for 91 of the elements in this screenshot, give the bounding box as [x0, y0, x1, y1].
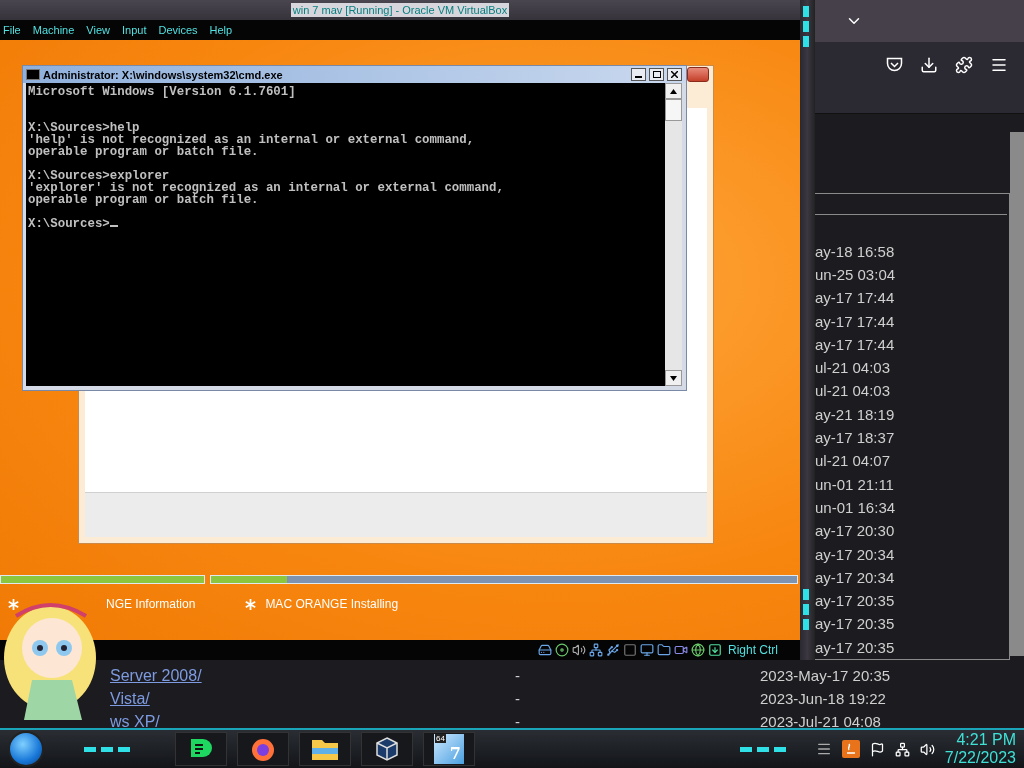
download-icon[interactable]	[920, 56, 938, 74]
volume-icon[interactable]	[919, 741, 935, 757]
chat-app-button[interactable]	[175, 732, 227, 766]
date-text: ay-17 20:35	[815, 637, 896, 658]
up-arrow-icon[interactable]	[670, 88, 677, 94]
console-icon	[26, 69, 40, 80]
video-icon[interactable]	[674, 643, 688, 657]
date-text: ay-17 20:34	[815, 567, 896, 588]
date-text: ay-17 20:34	[815, 544, 896, 565]
file-explorer-button[interactable]	[299, 732, 351, 766]
date-text: ay-18 16:58	[815, 241, 896, 262]
date-text: 2023-May-17 20:35	[760, 666, 892, 686]
bit-badge: 64	[435, 734, 446, 743]
folder-link[interactable]: ws XP/	[110, 712, 160, 731]
scrollbar[interactable]	[665, 83, 682, 386]
date-text: 2023-Jul-21 04:08	[760, 712, 882, 732]
globe-icon[interactable]	[691, 643, 705, 657]
cube-icon	[373, 735, 401, 763]
cube-app-button[interactable]	[361, 732, 413, 766]
maximize-button[interactable]	[649, 68, 664, 81]
close-button[interactable]	[667, 68, 682, 81]
date-text: un-25 03:04	[815, 264, 897, 285]
console-line: 'explorer' is not recognized as an internal or external command,	[28, 182, 505, 194]
console-title: Administrator: X:\windows\system32\cmd.exe	[43, 68, 284, 81]
menu-item[interactable]: View	[85, 24, 115, 36]
maximize-icon	[652, 71, 661, 78]
clock-time[interactable]: 4:21 PM	[956, 731, 1016, 749]
menu-item[interactable]: Help	[208, 24, 238, 36]
date-text: un-01 21:11	[815, 474, 895, 495]
size-text: -	[515, 667, 520, 685]
network-icon[interactable]	[589, 643, 603, 657]
console-line: operable program or batch file.	[28, 146, 260, 158]
close-icon	[671, 71, 678, 78]
console-line: X:\Sources>	[28, 218, 663, 230]
date-text: ul-21 04:03	[815, 381, 892, 402]
disc-icon[interactable]	[555, 643, 569, 657]
folder-icon[interactable]	[657, 643, 671, 657]
folder-link[interactable]: Server 2008/	[110, 666, 202, 685]
date-text: ul-21 04:07	[815, 451, 892, 472]
version-digit: 7	[449, 744, 461, 763]
window-title: win 7 mav [Running] - Oracle VM VirtualBox	[290, 3, 510, 17]
date-text: un-01 16:34	[815, 497, 897, 518]
network-icon[interactable]	[894, 741, 910, 757]
date-text: ay-17 17:44	[815, 334, 896, 355]
hard-drive-icon[interactable]	[538, 643, 552, 657]
scroll-thumb[interactable]	[665, 99, 682, 121]
usb-icon[interactable]	[606, 643, 620, 657]
led-strip-icon	[739, 746, 786, 752]
date-text: ay-17 17:44	[815, 288, 896, 309]
java-icon[interactable]	[841, 740, 860, 758]
date-text: 2023-Jun-18 19:22	[760, 689, 887, 709]
folder-link[interactable]: Vista/	[110, 689, 150, 708]
menu-item[interactable]: Devices	[157, 24, 203, 36]
start-button[interactable]	[8, 731, 44, 767]
pocket-icon[interactable]	[886, 57, 903, 73]
windows-seven-button[interactable]: 64 7	[423, 732, 475, 766]
puzzle-icon[interactable]	[955, 56, 973, 74]
led-strip-icon	[84, 746, 130, 752]
flag-icon[interactable]	[869, 741, 885, 757]
monitor-icon[interactable]	[640, 643, 654, 657]
size-text: -	[515, 713, 520, 731]
date-text: ul-21 04:03	[815, 358, 892, 379]
date-text: ay-17 20:30	[815, 521, 896, 542]
clock-date[interactable]: 7/22/2023	[944, 749, 1016, 767]
menu-item[interactable]: Machine	[31, 24, 80, 36]
console-line: operable program or batch file.	[28, 194, 260, 206]
asterisk-icon	[8, 598, 19, 610]
menu-icon[interactable]	[990, 56, 1008, 74]
menu-item[interactable]: File	[2, 24, 26, 36]
menu-item[interactable]: Input	[120, 24, 152, 36]
step-label: NGE Information	[106, 597, 196, 611]
date-text: ay-17 20:35	[815, 591, 896, 612]
lines-icon[interactable]	[815, 741, 832, 757]
date-text: ay-17 18:37	[815, 428, 896, 449]
date-text: ay-17 20:35	[815, 614, 896, 635]
minimize-button[interactable]	[631, 68, 646, 81]
step-label: MAC ORANGE Installing	[265, 597, 399, 611]
console-line: 'help' is not recognized as an internal or external command,	[28, 134, 476, 146]
size-text: -	[515, 690, 520, 708]
host-key-label: Right Ctrl	[728, 643, 778, 657]
down-arrow-icon[interactable]	[670, 375, 677, 381]
speaker-icon[interactable]	[572, 643, 586, 657]
asterisk-icon	[245, 598, 257, 610]
console-line: Microsoft Windows [Version 6.1.7601]	[28, 86, 297, 98]
console-line: X:\Sources>explorer	[28, 170, 170, 182]
browser-app-button[interactable]	[237, 732, 289, 766]
arrow-down-icon[interactable]	[708, 643, 722, 657]
date-text: ay-17 17:44	[815, 311, 896, 332]
date-text: ay-21 18:19	[815, 404, 896, 425]
square-icon[interactable]	[623, 643, 637, 657]
console-line: X:\Sources>help	[28, 122, 140, 134]
